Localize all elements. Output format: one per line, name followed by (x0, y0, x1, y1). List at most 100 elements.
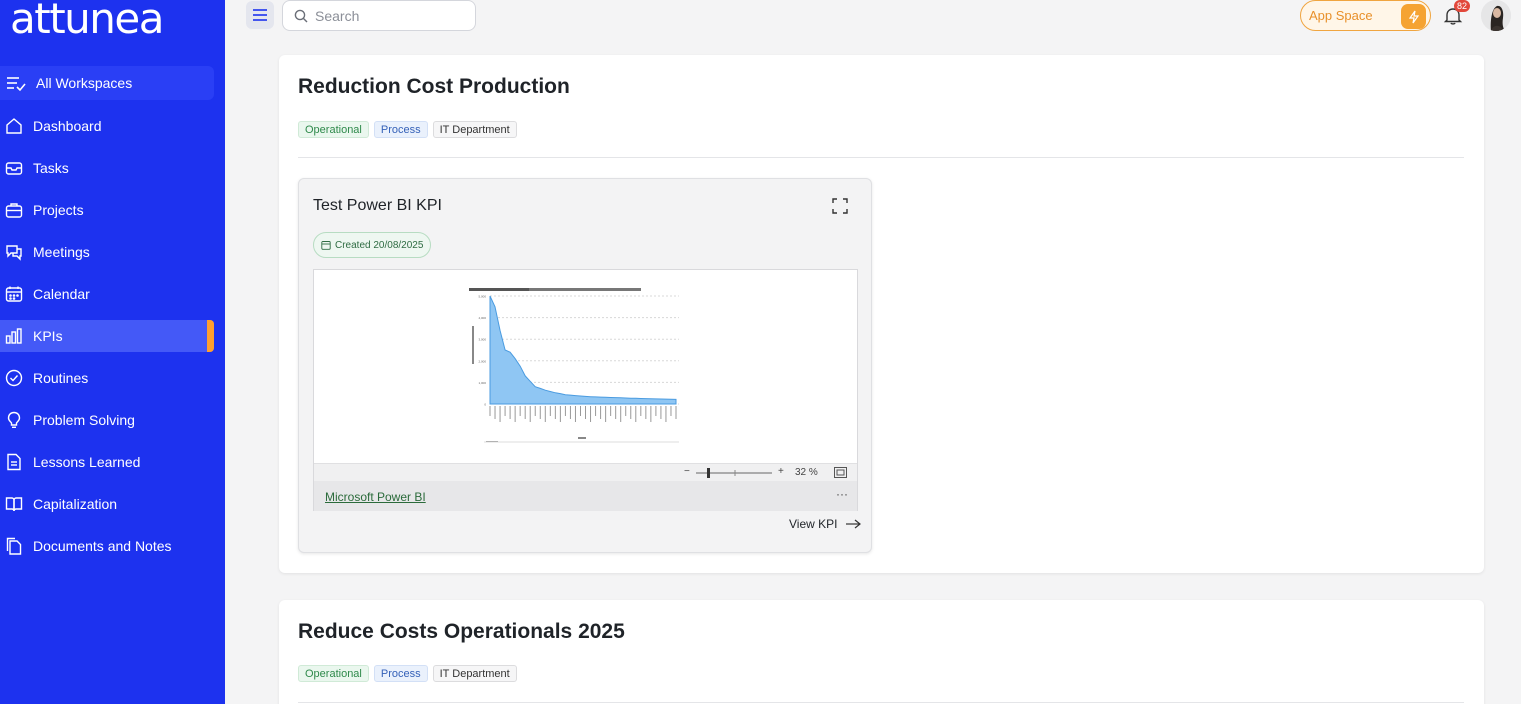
objective-card: Reduce Costs Operationals 2025 Operation… (279, 600, 1484, 704)
y-tick-label: 1,000 (478, 381, 486, 385)
zoom-slider-thumb[interactable] (707, 468, 710, 478)
area-chart: 0 1,000 2,000 3,000 4,000 5,000 (469, 288, 679, 443)
x-tick-label-placeholder (514, 406, 516, 422)
sidebar-item-routines[interactable]: Routines (0, 362, 214, 394)
x-tick-label-placeholder (670, 406, 672, 416)
all-workspaces-label: All Workspaces (36, 75, 133, 91)
view-kpi-link[interactable]: View KPI (789, 517, 862, 531)
sidebar-item-documents-and-notes[interactable]: Documents and Notes (0, 530, 214, 562)
x-tick-label-placeholder (519, 406, 521, 416)
created-date-badge: Created 20/08/2025 (313, 232, 432, 258)
sidebar-item-label: Calendar (33, 286, 90, 302)
x-tick-label-placeholder (640, 406, 642, 416)
search-input[interactable] (315, 7, 465, 24)
x-tick-label-placeholder (675, 406, 677, 419)
calendar-icon (321, 241, 331, 250)
zoom-out-button[interactable]: − (684, 466, 690, 477)
tag-department: IT Department (432, 665, 517, 682)
y-tick-label: 5,000 (478, 295, 486, 299)
x-tick-label-placeholder (605, 406, 607, 422)
app-space-button[interactable]: App Space (1300, 0, 1431, 31)
kpi-title[interactable]: Test Power BI KPI (313, 197, 442, 215)
x-axis-title-placeholder (578, 437, 586, 439)
zoom-level: 32 % (795, 467, 818, 478)
lightbulb-icon (7, 411, 21, 428)
user-avatar[interactable] (1481, 0, 1511, 31)
x-tick-label-placeholder (650, 406, 652, 422)
all-workspaces-button[interactable]: All Workspaces (0, 66, 214, 100)
brand-logo[interactable]: attunea (10, 0, 165, 43)
sidebar-item-label: Projects (33, 202, 84, 218)
x-tick-label-placeholder (590, 406, 592, 422)
x-tick-label-placeholder (635, 406, 637, 422)
area-series (489, 295, 677, 405)
sidebar-item-label: Meetings (33, 244, 90, 260)
sidebar-item-projects[interactable]: Projects (0, 194, 214, 226)
files-icon (6, 537, 22, 555)
check-circle-icon (5, 369, 23, 387)
objective-title[interactable]: Reduction Cost Production (298, 75, 570, 99)
sidebar-item-capitalization[interactable]: Capitalization (0, 488, 214, 520)
tag-operational: Operational (298, 121, 369, 138)
zoom-in-button[interactable]: + (778, 466, 784, 477)
sidebar-item-label: Documents and Notes (33, 538, 172, 554)
x-tick-label-placeholder (620, 406, 622, 422)
sidebar-item-label: KPIs (33, 328, 63, 344)
x-tick-label-placeholder (524, 406, 526, 419)
x-tick-label-placeholder (489, 406, 491, 416)
search-box[interactable] (282, 0, 476, 31)
expand-icon[interactable] (832, 198, 848, 214)
sidebar: attunea All Workspaces Dashboard Tasks P… (0, 0, 225, 704)
x-tick-label-placeholder (499, 406, 501, 422)
divider (298, 157, 1464, 158)
x-tick-label-placeholder (544, 406, 546, 422)
book-icon (5, 497, 23, 512)
arrow-right-icon (846, 519, 862, 529)
chart-title-placeholder (469, 288, 529, 291)
tag-operational: Operational (298, 665, 369, 682)
zoom-slider[interactable] (694, 467, 774, 479)
x-tick-label-placeholder (610, 406, 612, 416)
more-options-button[interactable]: ··· (836, 487, 848, 501)
y-tick-label: 2,000 (478, 359, 486, 363)
view-kpi-label: View KPI (789, 517, 838, 531)
divider (298, 702, 1464, 703)
calendar-icon (5, 286, 23, 302)
objective-card: Reduction Cost Production Operational Pr… (279, 55, 1484, 573)
x-tick-label-placeholder (574, 406, 576, 422)
list-check-icon (7, 77, 26, 92)
power-bi-link[interactable]: Microsoft Power BI (325, 490, 426, 504)
sidebar-item-tasks[interactable]: Tasks (0, 152, 214, 184)
sidebar-item-dashboard[interactable]: Dashboard (0, 110, 214, 142)
sidebar-item-problem-solving[interactable]: Problem Solving (0, 404, 214, 436)
x-tick-label-placeholder (615, 406, 617, 419)
embed-footer: Microsoft Power BI ··· (314, 481, 857, 511)
x-tick-label-placeholder (600, 406, 602, 419)
x-tick-label-placeholder (529, 406, 531, 422)
y-tick-label: 4,000 (478, 316, 486, 320)
objective-title[interactable]: Reduce Costs Operationals 2025 (298, 620, 625, 644)
x-tick-label-placeholder (625, 406, 627, 416)
fit-page-icon[interactable] (834, 467, 847, 478)
briefcase-icon (5, 203, 23, 218)
x-tick-label-placeholder (504, 406, 506, 416)
tag-process: Process (373, 665, 428, 682)
bolt-icon (1401, 4, 1426, 29)
tag-process: Process (373, 121, 428, 138)
sidebar-item-kpis[interactable]: KPIs (0, 320, 214, 352)
chat-icon (6, 245, 22, 261)
x-tick-label-placeholder (645, 406, 647, 419)
zoom-bar: − + 32 % (314, 463, 857, 481)
sidebar-item-lessons-learned[interactable]: Lessons Learned (0, 446, 214, 478)
y-axis-title-placeholder (472, 326, 474, 364)
sidebar-item-calendar[interactable]: Calendar (0, 278, 214, 310)
y-tick-label: 0 (484, 403, 486, 407)
menu-toggle-button[interactable] (246, 1, 274, 29)
tag-department: IT Department (432, 121, 517, 138)
x-tick-label-placeholder (660, 406, 662, 419)
x-tick-label-placeholder (549, 406, 551, 416)
sidebar-item-meetings[interactable]: Meetings (0, 236, 214, 268)
objective-tags: Operational Process IT Department (298, 121, 517, 138)
power-bi-embed[interactable]: 0 1,000 2,000 3,000 4,000 5,000 − + 32 % (313, 269, 858, 511)
x-tick-label-placeholder (569, 406, 571, 419)
